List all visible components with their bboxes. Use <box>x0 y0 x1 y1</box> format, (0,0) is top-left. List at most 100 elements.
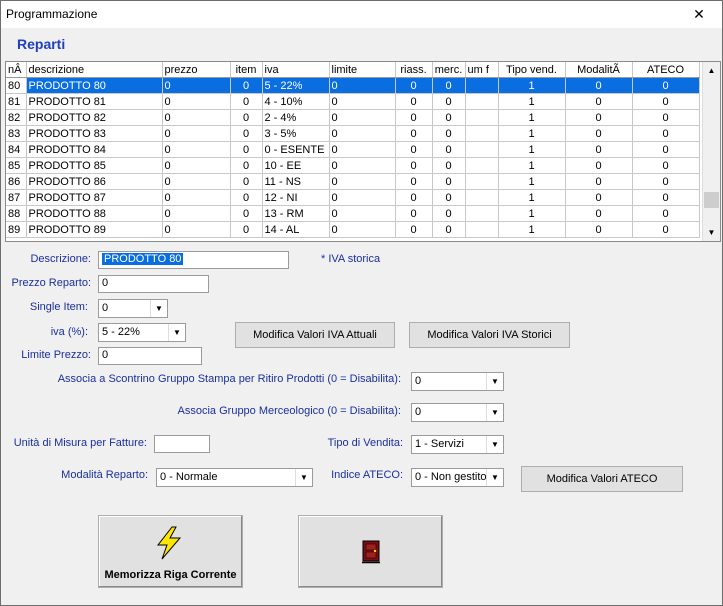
exit-button[interactable] <box>298 515 443 588</box>
table-cell: 0 <box>162 77 231 94</box>
chevron-down-icon[interactable]: ▼ <box>486 436 503 453</box>
prezzo-label: Prezzo Reparto: <box>11 277 91 289</box>
column-header[interactable]: limite <box>329 62 396 78</box>
table-cell: 0 <box>329 189 396 206</box>
chevron-down-icon[interactable]: ▼ <box>486 373 503 390</box>
table-cell: 0 <box>565 141 633 158</box>
table-row[interactable]: 87 PRODOTTO 87 0 0 12 - NI 0 0 0 1 0 0 <box>6 189 700 206</box>
table-cell: 0 <box>329 205 396 222</box>
merceologico-select[interactable]: 0 ▼ <box>411 403 504 422</box>
unita-label: Unità di Misura per Fatture: <box>13 437 147 449</box>
limite-field[interactable]: 0 <box>98 347 202 365</box>
table-cell: 0 <box>565 173 633 190</box>
modifica-iva-storici-button[interactable]: Modifica Valori IVA Storici <box>409 322 570 348</box>
modalita-value: 0 - Normale <box>160 471 218 483</box>
table-cell: 1 <box>498 93 566 110</box>
column-header[interactable]: iva <box>262 62 330 78</box>
table-cell: 0 <box>329 109 396 126</box>
reparti-table: nÂ descrizione prezzo item iva limite riass. me… <box>6 62 700 238</box>
reparti-grid[interactable]: nÂ descrizione prezzo item iva limite riass. me… <box>5 61 721 242</box>
close-icon[interactable]: ✕ <box>676 1 722 28</box>
single-item-select[interactable]: 0 ▼ <box>98 299 168 318</box>
table-cell: PRODOTTO 80 <box>26 77 163 94</box>
table-cell: 0 <box>162 141 231 158</box>
table-cell: 0 <box>395 77 433 94</box>
table-cell: 0 <box>329 157 396 174</box>
modifica-iva-attuali-button[interactable]: Modifica Valori IVA Attuali <box>235 322 395 348</box>
table-row[interactable]: 83 PRODOTTO 83 0 0 3 - 5% 0 0 0 1 0 0 <box>6 125 700 142</box>
merceologico-label: Associa Gruppo Merceologico (0 = Disabil… <box>177 405 401 417</box>
table-cell: 0 <box>329 221 396 238</box>
table-cell: 0 <box>565 205 633 222</box>
table-cell: 0 <box>432 109 466 126</box>
column-header[interactable]: descrizione <box>26 62 163 78</box>
table-cell: PRODOTTO 85 <box>26 157 163 174</box>
table-cell: 0 <box>162 125 231 142</box>
door-icon <box>362 540 380 564</box>
table-cell: 0 <box>632 221 700 238</box>
prezzo-field[interactable]: 0 <box>98 275 209 293</box>
table-cell: 0 <box>329 125 396 142</box>
column-header[interactable]: ModalitÃ <box>565 62 633 78</box>
table-cell: 0 <box>230 173 263 190</box>
chevron-down-icon[interactable]: ▼ <box>168 324 185 341</box>
table-row[interactable]: 89 PRODOTTO 89 0 0 14 - AL 0 0 0 1 0 0 <box>6 221 700 238</box>
table-cell: 0 <box>162 205 231 222</box>
iva-storica-note: * IVA storica <box>321 253 381 265</box>
table-row[interactable]: 82 PRODOTTO 82 0 0 2 - 4% 0 0 0 1 0 0 <box>6 109 700 126</box>
ateco-label: Indice ATECO: <box>331 469 403 481</box>
modifica-ateco-button[interactable]: Modifica Valori ATECO <box>521 466 683 492</box>
scroll-down-icon[interactable]: ▼ <box>703 224 720 241</box>
table-cell: 0 <box>432 157 466 174</box>
table-cell: 85 <box>6 157 27 174</box>
column-header[interactable]: Tipo vend. <box>498 62 566 78</box>
table-row[interactable]: 81 PRODOTTO 81 0 0 4 - 10% 0 0 0 1 0 0 <box>6 93 700 110</box>
table-cell: 14 - AL <box>262 221 330 238</box>
column-header[interactable]: riass. <box>395 62 433 78</box>
table-cell <box>465 77 499 94</box>
unita-field[interactable] <box>154 435 210 453</box>
chevron-down-icon[interactable]: ▼ <box>150 300 167 317</box>
table-cell: 0 <box>432 125 466 142</box>
memorizza-button[interactable]: Memorizza Riga Corrente <box>98 515 243 588</box>
table-row[interactable]: 80 PRODOTTO 80 0 0 5 - 22% 0 0 0 1 0 0 <box>6 77 700 94</box>
scontrino-select[interactable]: 0 ▼ <box>411 372 504 391</box>
ateco-select[interactable]: 0 - Non gestito ▼ <box>411 468 504 487</box>
scroll-thumb[interactable] <box>704 192 719 208</box>
column-header[interactable]: um f <box>465 62 499 78</box>
table-cell: 0 <box>565 221 633 238</box>
table-cell: 0 <box>329 93 396 110</box>
table-cell: PRODOTTO 88 <box>26 205 163 222</box>
grid-vertical-scrollbar[interactable]: ▲ ▼ <box>702 62 720 241</box>
column-header[interactable]: nÂ <box>6 62 27 78</box>
iva-select[interactable]: 5 - 22% ▼ <box>98 323 186 342</box>
descrizione-field[interactable]: PRODOTTO 80 <box>98 251 289 269</box>
table-cell: 0 <box>395 141 433 158</box>
limite-label: Limite Prezzo: <box>21 349 91 361</box>
table-cell: 11 - NS <box>262 173 330 190</box>
table-row[interactable]: 84 PRODOTTO 84 0 0 0 - ESENTE 0 0 0 1 0 0 <box>6 141 700 158</box>
table-cell: 0 <box>395 189 433 206</box>
modalita-select[interactable]: 0 - Normale ▼ <box>156 468 313 487</box>
scroll-up-icon[interactable]: ▲ <box>703 62 720 79</box>
table-cell: 0 <box>395 125 433 142</box>
table-cell: PRODOTTO 81 <box>26 93 163 110</box>
column-header[interactable]: ATECO <box>632 62 700 78</box>
chevron-down-icon[interactable]: ▼ <box>486 404 503 421</box>
column-header[interactable]: item <box>230 62 263 78</box>
tipo-vendita-select[interactable]: 1 - Servizi ▼ <box>411 435 504 454</box>
table-cell: 1 <box>498 189 566 206</box>
table-cell: 1 <box>498 109 566 126</box>
chevron-down-icon[interactable]: ▼ <box>295 469 312 486</box>
chevron-down-icon[interactable]: ▼ <box>486 469 503 486</box>
table-cell: 86 <box>6 173 27 190</box>
table-row[interactable]: 85 PRODOTTO 85 0 0 10 - EE 0 0 0 1 0 0 <box>6 157 700 174</box>
table-row[interactable]: 86 PRODOTTO 86 0 0 11 - NS 0 0 0 1 0 0 <box>6 173 700 190</box>
scontrino-value: 0 <box>415 375 422 387</box>
ateco-value: 0 - Non gestito <box>415 471 487 483</box>
table-cell: 0 <box>329 173 396 190</box>
column-header[interactable]: prezzo <box>162 62 231 78</box>
table-row[interactable]: 88 PRODOTTO 88 0 0 13 - RM 0 0 0 1 0 0 <box>6 205 700 222</box>
table-cell: 0 <box>632 141 700 158</box>
column-header[interactable]: merc. <box>432 62 466 78</box>
